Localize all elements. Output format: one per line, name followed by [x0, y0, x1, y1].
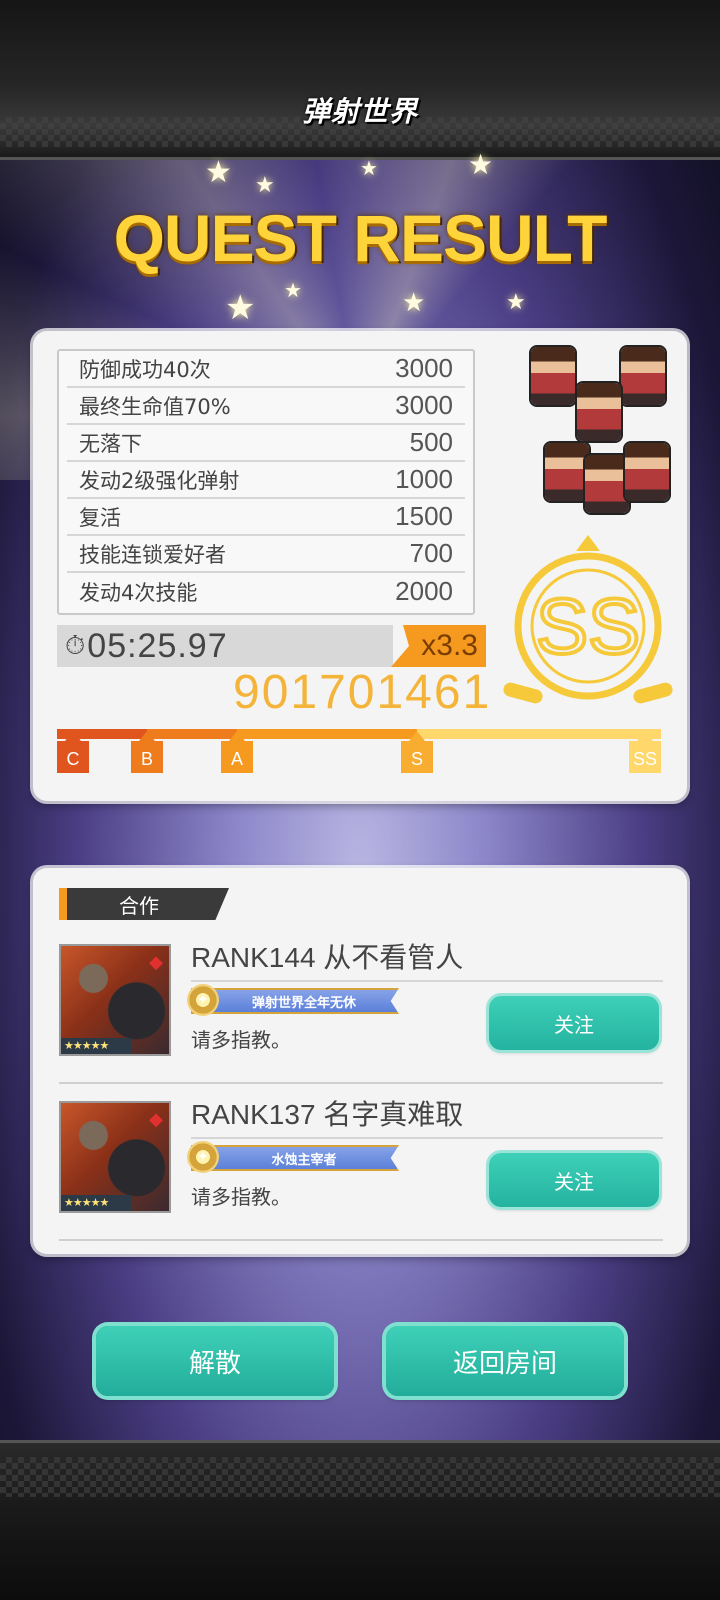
rank-mark-s: S — [401, 731, 433, 773]
grade-emblem: SS — [503, 535, 673, 704]
character-sprite — [625, 443, 669, 501]
mission-row: 无落下 500 — [67, 425, 465, 462]
mission-row: 最终生命值70% 3000 — [67, 388, 465, 425]
top-bar: 弹射世界 — [0, 0, 720, 160]
mission-name: 防御成功40次 — [79, 357, 211, 382]
player-greeting: 请多指教。 — [191, 1185, 291, 1209]
result-panel: 防御成功40次 3000 最终生命值70% 3000 无落下 500 发动2级强… — [33, 331, 687, 801]
party-characters — [503, 337, 673, 527]
mission-points: 3000 — [395, 390, 453, 420]
sparkle-star-icon: ★ — [284, 278, 302, 302]
score-multiplier: x3.3 — [391, 625, 486, 667]
mission-name: 无落下 — [79, 431, 142, 456]
sparkle-star-icon: ★ — [468, 148, 494, 181]
sparkle-star-icon: ★ — [402, 288, 426, 318]
player-avatar[interactable]: ◆ ★★★★★ — [59, 1101, 171, 1213]
character-sprite — [621, 347, 665, 405]
rank-segment-s — [417, 729, 661, 739]
character-sprite — [545, 443, 589, 501]
mission-points: 1000 — [395, 464, 453, 494]
player-title-badge: 弹射世界全年无休 — [191, 988, 399, 1014]
emblem-flipper-left — [503, 682, 543, 704]
clear-time-bar: ⏱ 05:25.97 — [57, 625, 393, 667]
medal-icon: ✦ — [187, 1141, 219, 1173]
follow-button[interactable]: 关注 — [489, 1153, 659, 1207]
rarity-stars: ★★★★★ — [61, 1038, 131, 1054]
mission-points: 3000 — [395, 353, 453, 383]
logo-text: 弹射世界 — [301, 95, 418, 128]
character-sprite — [585, 455, 629, 513]
player-divider — [59, 1239, 663, 1241]
player-greeting: 请多指教。 — [191, 1028, 291, 1052]
follow-button[interactable]: 关注 — [489, 996, 659, 1050]
clear-time: 05:25.97 — [87, 626, 228, 665]
quest-result-title: QUEST RESULT — [113, 201, 608, 275]
character-sprite — [531, 347, 575, 405]
sparkle-star-icon: ★ — [506, 290, 526, 315]
game-logo: 弹射世界 — [290, 75, 430, 145]
coop-tab-label: 合作 — [59, 888, 229, 920]
rarity-stars: ★★★★★ — [61, 1195, 131, 1211]
bottom-bar — [0, 1440, 720, 1600]
sparkle-star-icon: ★ — [225, 288, 256, 328]
rank-mark-a: A — [221, 731, 253, 773]
sparkle-star-icon: ★ — [255, 173, 275, 198]
mission-points: 700 — [409, 538, 453, 568]
mission-row: 复活 1500 — [67, 499, 465, 536]
emblem-top-triangle-icon — [576, 535, 600, 551]
mission-points: 1500 — [395, 501, 453, 531]
mission-points: 2000 — [395, 576, 453, 606]
emblem-flipper-right — [633, 682, 673, 704]
mission-row: 防御成功40次 3000 — [67, 351, 465, 388]
rank-segment-a — [237, 729, 417, 739]
disband-button[interactable]: 解散 — [96, 1326, 334, 1396]
total-score: 901701461 — [233, 666, 492, 719]
coop-player: ◆ ★★★★★ RANK137 名字真难取 水蚀主宰者 ✦ 请多指教。 关注 — [59, 1099, 663, 1241]
player-rank-name: RANK144 从不看管人 — [191, 942, 464, 973]
player-rank-name: RANK137 名字真难取 — [191, 1099, 464, 1130]
mission-row: 技能连锁爱好者 700 — [67, 536, 465, 573]
medal-icon: ✦ — [187, 984, 219, 1016]
sparkle-star-icon: ★ — [360, 156, 378, 180]
mission-name: 复活 — [79, 505, 121, 530]
mission-name: 发动2级强化弹射 — [79, 468, 240, 493]
mission-row: 发动4次技能 2000 — [67, 573, 465, 610]
bottom-checker-pattern — [0, 1457, 720, 1497]
mission-name: 最终生命值70% — [79, 394, 231, 419]
mission-points: 500 — [409, 427, 453, 457]
sparkle-star-icon: ★ — [205, 155, 232, 190]
stopwatch-icon: ⏱ — [65, 630, 86, 661]
name-underline — [191, 980, 663, 982]
coop-panel: 合作 ◆ ★★★★★ RANK144 从不看管人 弹射世界全年无休 ✦ 请多指教… — [33, 868, 687, 1254]
return-room-button[interactable]: 返回房间 — [386, 1326, 624, 1396]
mission-row: 发动2级强化弹射 1000 — [67, 462, 465, 499]
mission-name: 发动4次技能 — [79, 580, 198, 605]
rank-mark-b: B — [131, 731, 163, 773]
rank-mark-c: C — [57, 731, 89, 773]
rank-mark-ss: SS — [629, 731, 661, 773]
element-diamond-icon: ◆ — [149, 952, 163, 973]
name-underline — [191, 1137, 663, 1139]
player-title-badge: 水蚀主宰者 — [191, 1145, 399, 1171]
player-avatar[interactable]: ◆ ★★★★★ — [59, 944, 171, 1056]
player-divider — [59, 1082, 663, 1084]
grade-label: SS — [536, 582, 640, 670]
mission-list: 防御成功40次 3000 最终生命值70% 3000 无落下 500 发动2级强… — [57, 349, 475, 615]
mission-name: 技能连锁爱好者 — [79, 542, 226, 567]
rank-segment-b — [147, 729, 237, 739]
rank-progress-bar: C B A S SS — [57, 729, 661, 779]
coop-player: ◆ ★★★★★ RANK144 从不看管人 弹射世界全年无休 ✦ 请多指教。 关… — [59, 942, 663, 1084]
character-sprite — [577, 383, 621, 441]
element-diamond-icon: ◆ — [149, 1109, 163, 1130]
